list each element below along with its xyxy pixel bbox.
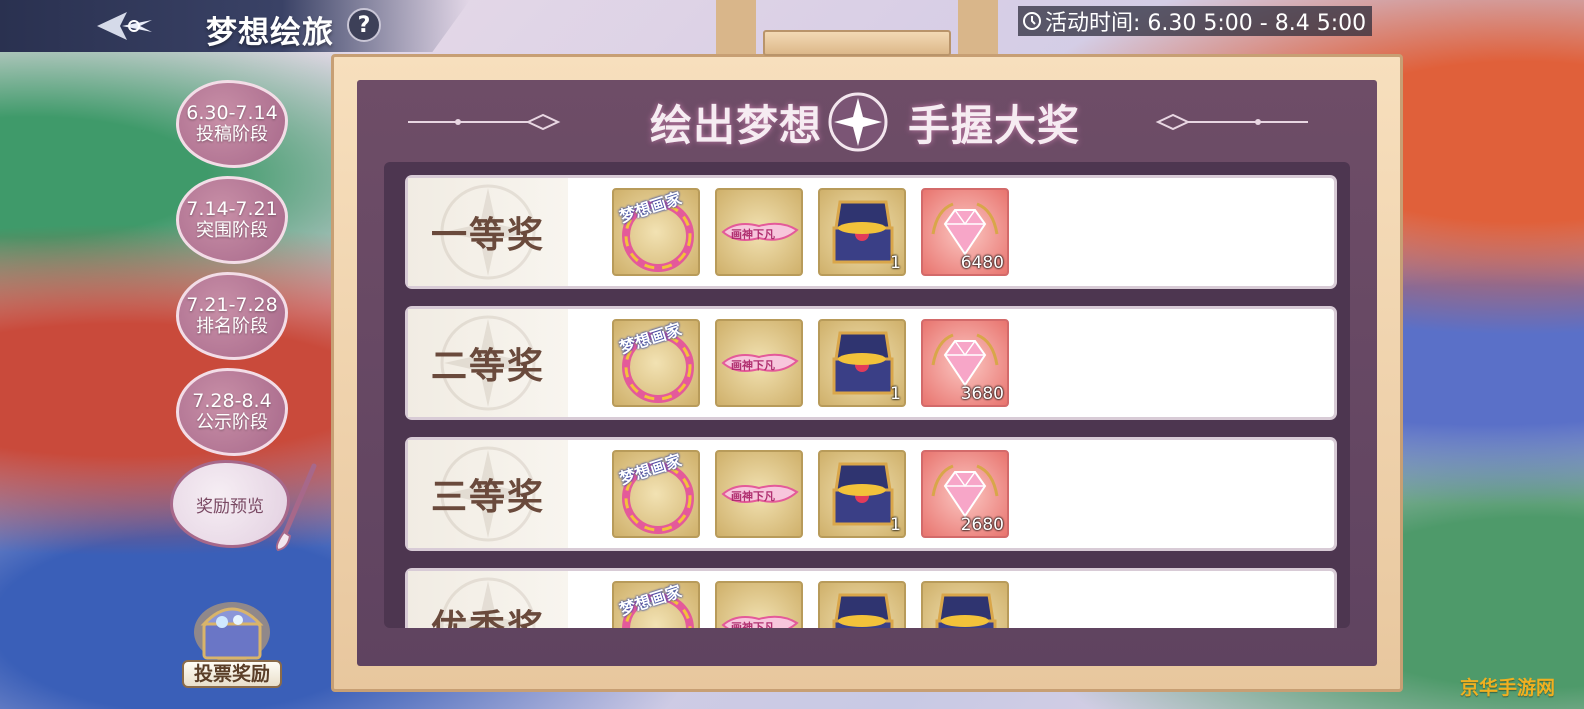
tier-label: 二等奖 [430,345,545,387]
stage-button-submit[interactable]: 6.30-7.14 投稿阶段 [176,80,288,168]
item-quantity: 6480 [960,253,1004,273]
tier-label-cell: 二等奖 [408,309,568,417]
stage-name: 投稿阶段 [196,124,268,145]
tier-label: 一等奖 [430,214,545,256]
vote-reward-label: 投票奖励 [182,660,282,688]
reward-item-gem[interactable]: 2680 [921,450,1009,538]
stage-button-announce[interactable]: 7.28-8.4 公示阶段 [176,368,288,456]
stage-name: 突围阶段 [196,220,268,241]
tier-label-cell: 三等奖 [408,440,568,548]
item-quantity: 1 [890,515,901,535]
reward-preview-label: 奖励预览 [196,496,264,517]
reward-item-chest[interactable]: 1 [818,319,906,407]
prize-row-second: 二等奖 梦想画家 画神下凡 1 3680 [408,309,1334,417]
paintbrush-icon [275,463,317,552]
stage-date: 6.30-7.14 [186,102,278,124]
reward-item-gem[interactable]: 3680 [921,319,1009,407]
reward-item-chest[interactable] [921,581,1009,628]
easel-post-right [958,0,998,60]
reward-item-nameplate[interactable]: 画神下凡 [715,450,803,538]
reward-item-frame[interactable]: 梦想画家 [612,450,700,538]
item-quantity: 1 [890,253,901,273]
reward-item-gem[interactable]: 6480 [921,188,1009,276]
stage-button-ranking[interactable]: 7.21-7.28 排名阶段 [176,272,288,360]
treasure-chest-icon [194,602,270,662]
reward-item-nameplate[interactable]: 画神下凡 [715,581,803,628]
page-title: 梦想绘旅 [206,15,334,51]
stage-date: 7.21-7.28 [186,294,278,316]
treasure-chest-icon [935,593,997,628]
ornament-right-icon [1155,113,1308,131]
winged-star-logo-icon [97,12,152,40]
prize-row-first: 一等奖 梦想画家 画神下凡 1 6480 [408,178,1334,286]
stage-date: 7.14-7.21 [186,198,278,220]
stage-name: 排名阶段 [196,316,268,337]
reward-item-chest[interactable]: 1 [818,188,906,276]
nameplate-text: 画神下凡 [731,228,775,241]
nameplate-text: 画神下凡 [731,359,775,372]
prize-row-third: 三等奖 梦想画家 画神下凡 1 2680 [408,440,1334,548]
treasure-chest-icon [832,593,894,628]
stage-date: 7.28-8.4 [192,390,272,412]
help-button[interactable]: ? [347,8,381,42]
vote-reward-button[interactable]: 投票奖励 [182,592,282,692]
reward-item-frame[interactable]: 梦想画家 [612,319,700,407]
item-quantity: 3680 [960,384,1004,404]
tier-label-cell: 优秀奖 [408,571,568,628]
item-quantity: 1 [890,384,901,404]
clock-icon [1023,12,1041,30]
ornament-left-icon [408,113,561,131]
stage-name: 公示阶段 [196,412,268,433]
board-title-part2: 手握大奖 [908,101,1081,150]
tier-label: 优秀奖 [430,607,545,628]
prize-list[interactable]: 一等奖 梦想画家 画神下凡 1 6480 二等奖 梦想画家 画神下凡 1 368… [384,162,1350,628]
event-time-text: 活动时间: 6.30 5:00 - 8.4 5:00 [1045,11,1367,36]
reward-item-chest[interactable]: 1 [818,450,906,538]
reward-item-nameplate[interactable]: 画神下凡 [715,319,803,407]
board-title-part1: 绘出梦想 [650,101,823,150]
nameplate-text: 画神下凡 [731,621,775,628]
event-time-badge: 活动时间: 6.30 5:00 - 8.4 5:00 [1018,6,1373,36]
reward-item-frame[interactable]: 梦想画家 [612,188,700,276]
stage-button-breakout[interactable]: 7.14-7.21 突围阶段 [176,176,288,264]
easel-post-left [716,0,756,60]
reward-item-chest[interactable] [818,581,906,628]
compass-star-icon [828,92,888,152]
tier-label-cell: 一等奖 [408,178,568,286]
item-quantity: 2680 [960,515,1004,535]
reward-item-nameplate[interactable]: 画神下凡 [715,188,803,276]
nameplate-text: 画神下凡 [731,490,775,503]
tier-label: 三等奖 [430,476,545,518]
prize-row-excellent: 优秀奖 梦想画家 画神下凡 [408,571,1334,628]
site-watermark: 京华手游网 [1460,677,1556,699]
easel-top-bar [763,30,951,56]
reward-item-frame[interactable]: 梦想画家 [612,581,700,628]
